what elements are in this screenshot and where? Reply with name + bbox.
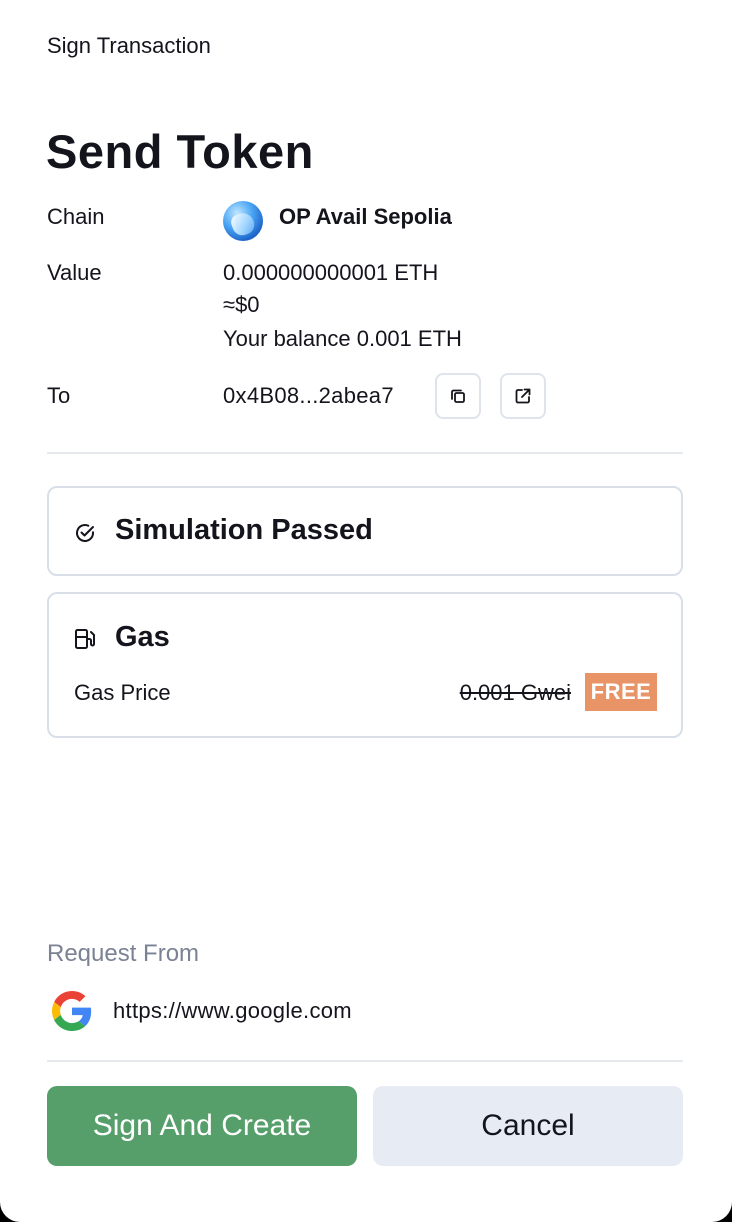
cancel-button[interactable]: Cancel [373,1086,683,1166]
simulation-card: Simulation Passed [47,486,683,576]
gas-card: Gas Gas Price 0.001 Gwei FREE [47,592,683,738]
gas-price-label: Gas Price [74,680,171,705]
divider [47,452,683,454]
copy-icon [451,389,465,403]
sign-and-create-button[interactable]: Sign And Create [47,1086,357,1166]
external-link-icon [515,388,531,404]
chain-name: OP Avail Sepolia [279,204,452,229]
check-circle-icon [76,524,94,542]
chain-logo-icon [223,201,263,241]
sign-transaction-modal: Sign Transaction Send Token Chain OP Ava… [0,0,732,1222]
fuel-pump-icon [75,629,95,649]
header-title: Sign Transaction [47,33,211,58]
copy-address-button[interactable] [435,373,481,419]
open-explorer-button[interactable] [500,373,546,419]
simulation-title: Simulation Passed [115,514,373,546]
request-from-label: Request From [47,940,200,967]
chain-label: Chain [47,204,105,229]
value-usd: ≈$0 [223,292,260,317]
page-title: Send Token [46,125,314,178]
to-label: To [47,383,71,408]
gas-title: Gas [115,621,170,653]
value-amount: 0.000000000001 ETH [223,260,439,285]
free-badge: FREE [585,673,657,711]
request-url: https://www.google.com [113,998,352,1023]
balance-text: Your balance 0.001 ETH [223,326,462,351]
recipient-address: 0x4B08...2abea7 [223,383,394,408]
divider [47,1060,683,1062]
gas-price-value: 0.001 Gwei [459,680,571,705]
value-label: Value [47,260,102,285]
google-icon [52,991,92,1031]
